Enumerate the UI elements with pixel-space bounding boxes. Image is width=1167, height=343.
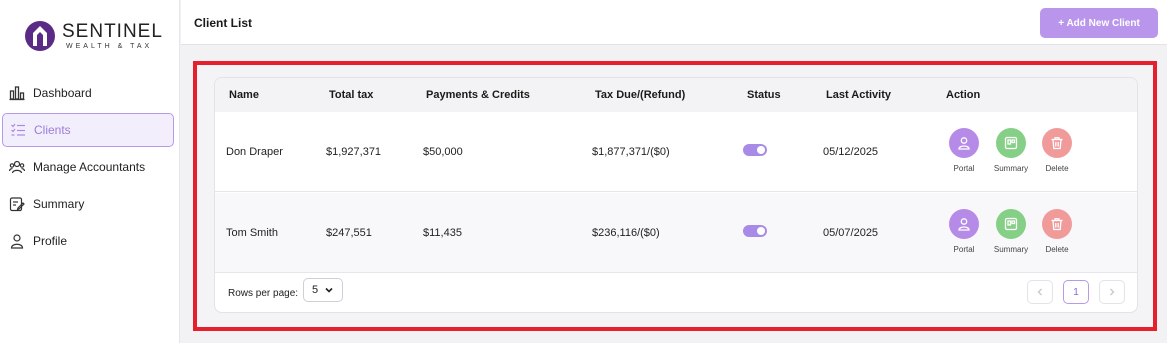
trash-icon — [1042, 128, 1072, 158]
highlight-frame: Name Total tax Payments & Credits Tax Du… — [193, 61, 1157, 331]
summary-label: Summary — [993, 245, 1029, 254]
chevron-left-icon — [1037, 288, 1042, 296]
sidebar-item-label: Dashboard — [33, 86, 92, 100]
brand-name: SENTINEL — [62, 20, 163, 42]
delete-label: Delete — [1045, 245, 1069, 254]
delete-label: Delete — [1045, 164, 1069, 173]
status-toggle[interactable] — [743, 225, 767, 237]
portal-button[interactable]: Portal — [941, 128, 987, 173]
previous-page-button[interactable] — [1027, 280, 1053, 304]
column-header-payments-credits: Payments & Credits — [426, 89, 530, 101]
trash-icon — [1042, 209, 1072, 239]
sidebar-item-dashboard[interactable]: Dashboard — [2, 76, 174, 110]
sidebar-item-clients[interactable]: Clients — [2, 113, 174, 147]
summary-board-icon — [996, 128, 1026, 158]
column-header-total-tax: Total tax — [329, 89, 374, 101]
delete-button[interactable]: Delete — [1034, 128, 1080, 173]
table-row[interactable]: Tom Smith $247,551 $11,435 $236,116/($0)… — [215, 193, 1137, 273]
user-icon — [8, 232, 26, 250]
list-check-icon — [9, 121, 27, 139]
summary-board-icon — [996, 209, 1026, 239]
sidebar: SENTINEL WEALTH & TAX Dashboard Clients … — [0, 0, 180, 343]
summary-button[interactable]: Summary — [988, 209, 1034, 254]
client-table-card: Name Total tax Payments & Credits Tax Du… — [214, 77, 1138, 313]
delete-button[interactable]: Delete — [1034, 209, 1080, 254]
brand-logo[interactable]: SENTINEL WEALTH & TAX — [24, 20, 163, 52]
users-icon — [8, 158, 26, 176]
sidebar-nav: Dashboard Clients Manage Accountants Sum… — [0, 76, 180, 261]
cell-last-activity: 05/07/2025 — [823, 227, 879, 239]
column-header-action: Action — [946, 89, 981, 101]
add-new-client-button[interactable]: + Add New Client — [1040, 8, 1158, 38]
summary-label: Summary — [993, 164, 1029, 173]
cell-tax-due: $1,877,371/($0) — [592, 146, 670, 158]
next-page-button[interactable] — [1099, 280, 1125, 304]
portal-label: Portal — [953, 164, 975, 173]
sidebar-item-label: Clients — [34, 123, 71, 137]
top-header: Client List + Add New Client — [181, 0, 1167, 45]
sidebar-item-label: Manage Accountants — [33, 160, 146, 174]
rows-per-page-value: 5 — [312, 284, 319, 296]
portal-label: Portal — [953, 245, 975, 254]
column-header-last-activity: Last Activity — [826, 89, 892, 101]
cell-name: Tom Smith — [226, 227, 278, 239]
table-footer: Rows per page: 5 1 — [215, 274, 1137, 312]
toggle-knob — [757, 227, 765, 235]
rows-per-page-select[interactable]: 5 — [303, 278, 343, 302]
cell-total-tax: $1,927,371 — [326, 146, 382, 158]
sentinel-logo-icon — [25, 21, 55, 51]
sidebar-item-manage-accountants[interactable]: Manage Accountants — [2, 150, 174, 184]
page-number-button[interactable]: 1 — [1063, 280, 1089, 304]
sidebar-item-profile[interactable]: Profile — [2, 224, 174, 258]
portal-button[interactable]: Portal — [941, 209, 987, 254]
page-title: Client List — [194, 16, 253, 30]
column-header-name: Name — [229, 89, 259, 101]
status-toggle[interactable] — [743, 144, 767, 156]
cell-name: Don Draper — [226, 146, 283, 158]
sidebar-item-label: Profile — [33, 234, 68, 248]
portal-user-icon — [949, 128, 979, 158]
sidebar-item-summary[interactable]: Summary — [2, 187, 174, 221]
column-header-tax-due: Tax Due/(Refund) — [595, 89, 686, 101]
portal-user-icon — [949, 209, 979, 239]
column-header-status: Status — [747, 89, 781, 101]
toggle-knob — [757, 146, 765, 154]
bar-chart-icon — [8, 84, 26, 102]
cell-payments: $50,000 — [423, 146, 463, 158]
rows-per-page-label: Rows per page: — [228, 288, 299, 299]
summary-button[interactable]: Summary — [988, 128, 1034, 173]
sidebar-item-label: Summary — [33, 197, 85, 211]
cell-payments: $11,435 — [423, 227, 462, 239]
cell-total-tax: $247,551 — [326, 227, 372, 239]
brand-tagline: WEALTH & TAX — [66, 42, 153, 50]
cell-last-activity: 05/12/2025 — [823, 146, 879, 158]
chevron-right-icon — [1110, 288, 1115, 296]
edit-note-icon — [8, 195, 26, 213]
table-header: Name Total tax Payments & Credits Tax Du… — [215, 78, 1137, 112]
chevron-down-icon — [325, 287, 333, 293]
cell-tax-due: $236,116/($0) — [592, 227, 660, 239]
table-row[interactable]: Don Draper $1,927,371 $50,000 $1,877,371… — [215, 112, 1137, 192]
